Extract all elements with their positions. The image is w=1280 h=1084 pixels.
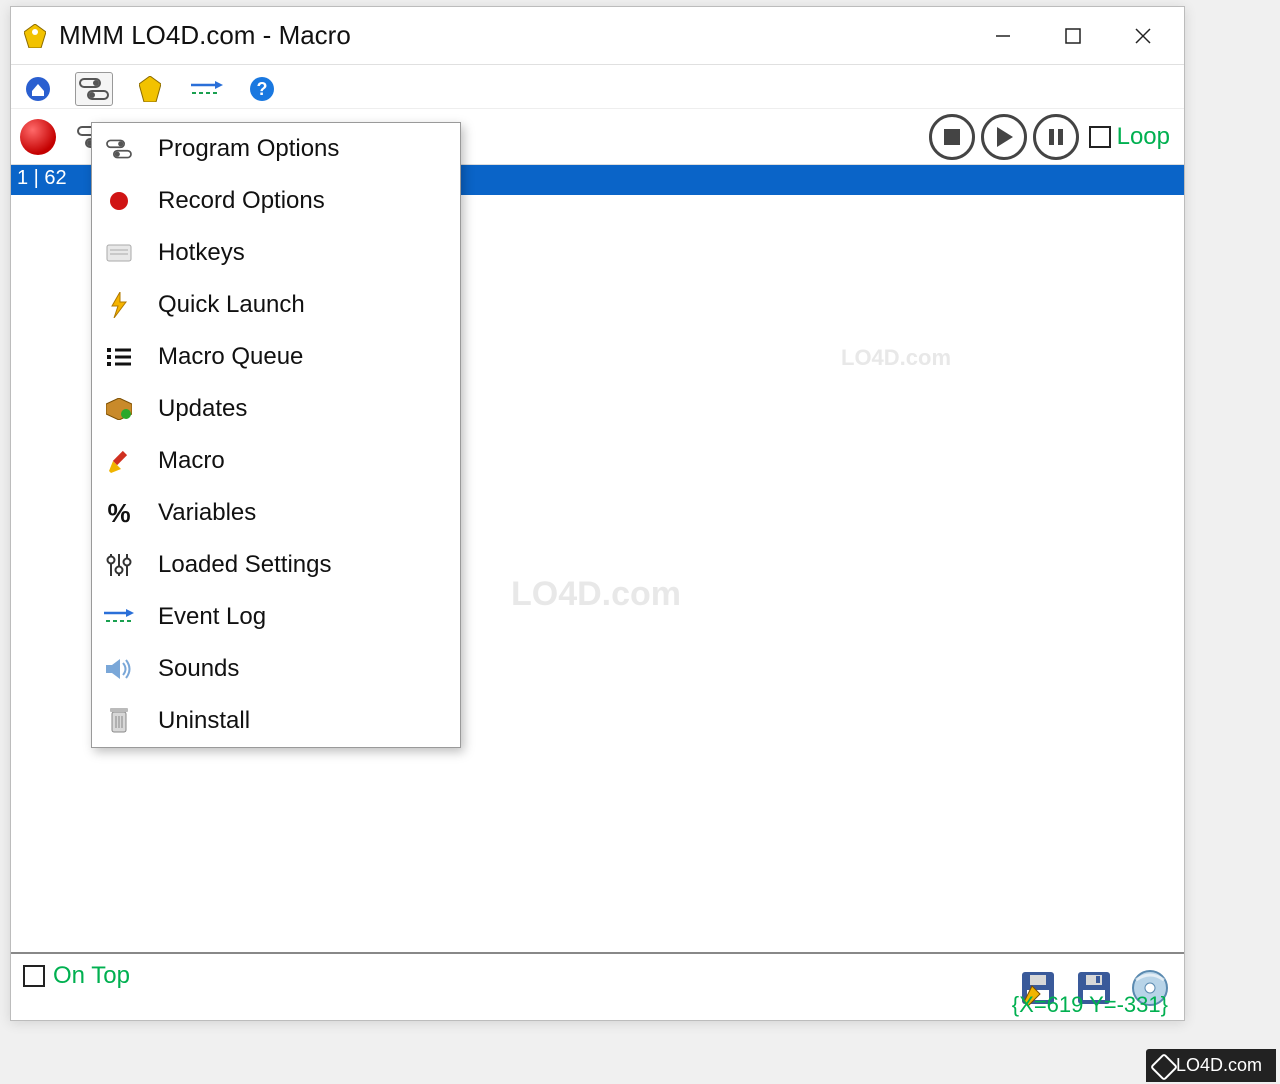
record-button[interactable] (19, 120, 57, 154)
settings-toggles-icon[interactable] (75, 72, 113, 106)
arrow-log-icon[interactable] (187, 72, 225, 106)
menu-label: Updates (158, 395, 247, 423)
record-icon (102, 190, 136, 212)
menu-label: Uninstall (158, 707, 250, 735)
close-button[interactable] (1108, 12, 1178, 60)
media-controls (929, 114, 1079, 160)
bottom-bar: On Top (11, 952, 1184, 1020)
menu-quick-launch[interactable]: Quick Launch (92, 279, 460, 331)
menu-label: Event Log (158, 603, 266, 631)
list-icon (102, 347, 136, 367)
shield-icon[interactable] (131, 72, 169, 106)
minimize-button[interactable] (968, 12, 1038, 60)
menu-variables[interactable]: % Variables (92, 487, 460, 539)
menu-label: Record Options (158, 187, 325, 215)
watermark: LO4D.com (511, 575, 681, 614)
loop-toggle[interactable]: Loop (1089, 123, 1170, 151)
window-controls (968, 12, 1178, 60)
loop-label: Loop (1117, 123, 1170, 151)
maximize-button[interactable] (1038, 12, 1108, 60)
toolbar-primary: ? (11, 65, 1184, 109)
home-icon[interactable] (19, 72, 57, 106)
menu-program-options[interactable]: Program Options (92, 123, 460, 175)
keyboard-icon (102, 244, 136, 262)
app-window: MMM LO4D.com - Macro ? (10, 6, 1185, 1021)
help-icon[interactable]: ? (243, 72, 281, 106)
menu-macro-queue[interactable]: Macro Queue (92, 331, 460, 383)
menu-label: Sounds (158, 655, 239, 683)
sliders-icon (102, 552, 136, 578)
app-icon (23, 24, 47, 48)
menu-label: Macro Queue (158, 343, 303, 371)
pencil-icon (102, 449, 136, 473)
window-title: MMM LO4D.com - Macro (59, 20, 968, 51)
toggles-icon (102, 137, 136, 161)
menu-loaded-settings[interactable]: Loaded Settings (92, 539, 460, 591)
menu-event-log[interactable]: Event Log (92, 591, 460, 643)
percent-icon: % (102, 498, 136, 529)
ontop-toggle[interactable]: On Top (23, 962, 130, 990)
trash-icon (102, 708, 136, 734)
menu-label: Loaded Settings (158, 551, 331, 579)
menu-sounds[interactable]: Sounds (92, 643, 460, 695)
menu-label: Hotkeys (158, 239, 245, 267)
menu-hotkeys[interactable]: Hotkeys (92, 227, 460, 279)
menu-label: Program Options (158, 135, 339, 163)
watermark: LO4D.com (841, 345, 951, 371)
menu-label: Macro (158, 447, 225, 475)
arrow-log-icon (102, 608, 136, 626)
svg-text:?: ? (257, 79, 268, 99)
ontop-checkbox[interactable] (23, 965, 45, 987)
menu-label: Variables (158, 499, 256, 527)
speaker-icon (102, 658, 136, 680)
package-icon (102, 398, 136, 420)
loop-checkbox[interactable] (1089, 126, 1111, 148)
stop-button[interactable] (929, 114, 975, 160)
coordinates-status: {X=619 Y=-331} (1012, 992, 1168, 1018)
menu-updates[interactable]: Updates (92, 383, 460, 435)
titlebar: MMM LO4D.com - Macro (11, 7, 1184, 65)
ontop-label: On Top (53, 962, 130, 990)
site-watermark: LO4D.com (1146, 1049, 1276, 1082)
menu-macro[interactable]: Macro (92, 435, 460, 487)
menu-label: Quick Launch (158, 291, 305, 319)
settings-dropdown: Program Options Record Options Hotkeys Q… (91, 122, 461, 748)
menu-uninstall[interactable]: Uninstall (92, 695, 460, 747)
play-button[interactable] (981, 114, 1027, 160)
pause-button[interactable] (1033, 114, 1079, 160)
lightning-icon (102, 292, 136, 318)
menu-record-options[interactable]: Record Options (92, 175, 460, 227)
